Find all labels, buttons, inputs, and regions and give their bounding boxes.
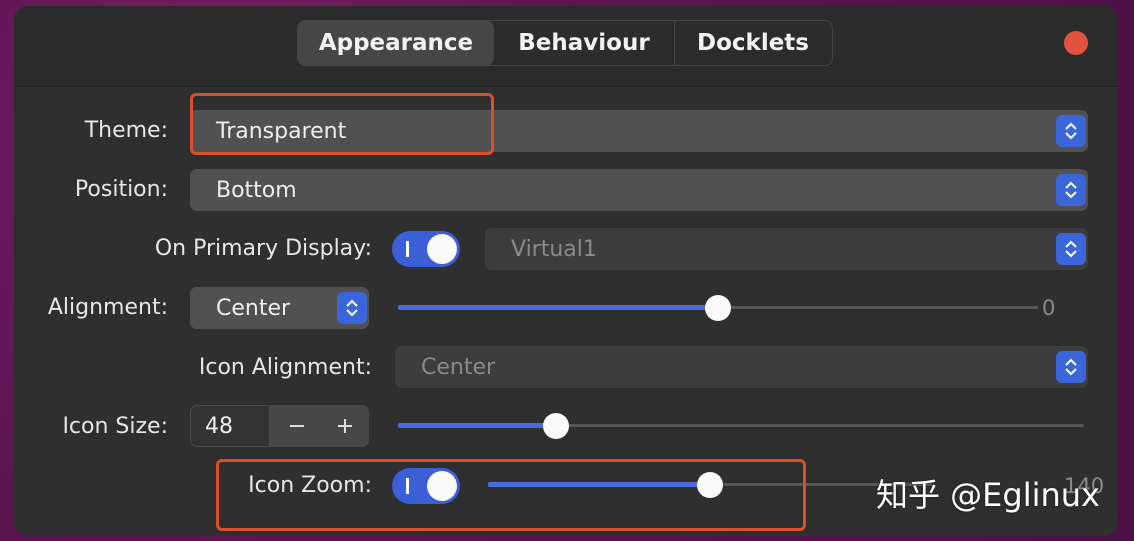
icon-size-fill (398, 423, 556, 428)
alignment-offset-slider[interactable] (398, 293, 1038, 323)
updown-arrows-icon (1056, 174, 1086, 206)
icon-alignment-label: Icon Alignment: (198, 355, 372, 380)
theme-highlight-box (190, 93, 494, 155)
alignment-value: Center (216, 295, 291, 321)
watermark-text: 知乎 @Eglinux (876, 476, 1100, 514)
icon-size-slider[interactable] (398, 411, 1084, 441)
plus-icon (338, 419, 352, 433)
updown-arrows-icon (337, 292, 367, 324)
icon-alignment-value: Center (421, 354, 496, 380)
display-combo[interactable]: Virtual1 (485, 228, 1088, 270)
theme-label: Theme: (84, 118, 168, 143)
close-button[interactable] (1064, 31, 1088, 55)
icon-size-entry[interactable]: 48 (190, 405, 270, 447)
position-combo[interactable]: Bottom (190, 169, 1088, 211)
icon-size-label: Icon Size: (62, 414, 168, 439)
updown-arrows-icon (1056, 233, 1086, 265)
alignment-label: Alignment: (47, 295, 168, 320)
alignment-offset-fill (398, 305, 718, 310)
alignment-offset-thumb[interactable] (705, 295, 731, 321)
position-label: Position: (74, 177, 168, 202)
icon-zoom-highlight-box (216, 459, 806, 531)
header-bar: Appearance Behaviour Docklets (14, 6, 1118, 87)
icon-alignment-combo[interactable]: Center (395, 346, 1088, 388)
minus-icon (290, 425, 304, 427)
tab-behaviour[interactable]: Behaviour (494, 21, 675, 65)
preferences-window: Appearance Behaviour Docklets Theme: Tra… (14, 6, 1118, 536)
decrement-button[interactable] (273, 405, 321, 447)
tab-appearance[interactable]: Appearance (298, 21, 494, 65)
position-value: Bottom (216, 177, 297, 203)
primary-display-label: On Primary Display: (154, 236, 372, 261)
updown-arrows-icon (1056, 351, 1086, 383)
alignment-combo[interactable]: Center (190, 287, 369, 329)
alignment-offset-value: 0 (1042, 296, 1056, 320)
tab-docklets[interactable]: Docklets (675, 21, 831, 65)
updown-arrows-icon (1056, 115, 1086, 147)
increment-button[interactable] (321, 405, 369, 447)
tab-switcher: Appearance Behaviour Docklets (297, 20, 833, 66)
icon-size-thumb[interactable] (542, 413, 569, 439)
icon-size-spinbox: 48 (190, 405, 369, 447)
primary-display-switch[interactable] (392, 231, 460, 267)
display-value: Virtual1 (511, 236, 597, 262)
